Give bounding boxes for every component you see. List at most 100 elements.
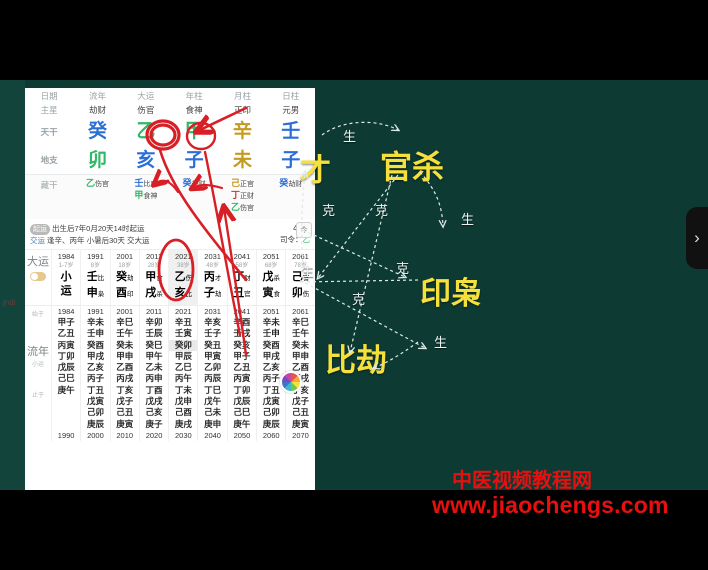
liunian-ganzhi[interactable]: 丙寅 [52,340,80,351]
liunian-ganzhi[interactable]: 甲戌 [257,351,285,362]
liunian-ganzhi[interactable]: 庚申 [198,419,226,430]
liunian-ganzhi[interactable]: 壬申 [257,328,285,339]
dayun-toggle[interactable] [30,272,46,281]
liunian-ganzhi[interactable]: 己丑 [111,407,139,418]
liunian-column-2011[interactable]: 2011 辛卯 壬辰 癸巳 甲午 乙未 丙申 丁酉 戊戌 己亥 庚子 2020 [138,306,168,441]
liunian-column-2031[interactable]: 2031 辛亥 壬子 癸丑 甲寅 乙卯 丙辰 丁巳 戊午 己未 庚申 2040 [197,306,226,441]
liunian-ganzhi[interactable]: 己丑 [286,407,314,418]
liunian-ganzhi[interactable]: 庚午 [52,385,80,396]
liunian-ganzhi[interactable]: 甲子 [228,351,256,362]
dayun-cell-2011[interactable]: 2011 28岁 甲食 戌杀 [138,250,168,305]
dayun-cell-2001[interactable]: 2001 18岁 癸劫 酉印 [109,250,139,305]
liunian-ganzhi[interactable] [52,396,80,407]
liunian-column-2001[interactable]: 2001 辛巳 壬午 癸未 甲申 乙酉 丙戌 丁亥 戊子 己丑 庚寅 2010 [109,306,139,441]
liunian-ganzhi[interactable]: 辛未 [257,317,285,328]
liunian-table[interactable]: 始于 流年 小运 止于 1984 甲子 乙丑 丙寅 丁卯 戊辰 己巳 庚午 1990 1991 辛… [25,305,315,441]
dayun-cell-2041[interactable]: 2041 58岁 丁财 丑官 [226,250,256,305]
liunian-ganzhi[interactable]: 戊申 [169,396,197,407]
liunian-ganzhi[interactable]: 丙午 [169,373,197,384]
liunian-ganzhi[interactable]: 丙戌 [111,373,139,384]
liunian-ganzhi[interactable]: 癸未 [286,340,314,351]
liunian-ganzhi[interactable]: 甲辰 [169,351,197,362]
liunian-ganzhi[interactable]: 癸亥 [228,340,256,351]
liunian-ganzhi[interactable]: 辛丑 [169,317,197,328]
liunian-ganzhi[interactable]: 庚辰 [81,419,109,430]
dayun-cell-2021[interactable]: 2021 38岁 乙伤 亥比 [168,250,198,305]
liunian-ganzhi[interactable]: 癸未 [111,340,139,351]
liunian-ganzhi[interactable]: 戊午 [198,396,226,407]
liunian-ganzhi[interactable]: 丙申 [140,373,168,384]
liunian-ganzhi[interactable]: 辛巳 [111,317,139,328]
color-wheel-icon[interactable] [280,371,302,393]
liunian-ganzhi[interactable]: 壬戌 [228,328,256,339]
liunian-ganzhi[interactable]: 癸卯 [169,339,198,351]
liunian-ganzhi[interactable]: 戊戌 [140,396,168,407]
liunian-ganzhi[interactable]: 壬午 [111,328,139,339]
dayun-cell-2031[interactable]: 2031 48岁 丙才 子劫 [197,250,226,305]
liunian-ganzhi[interactable] [52,419,80,430]
side-peek-button[interactable]: › [686,207,708,269]
liunian-ganzhi[interactable]: 己巳 [228,407,256,418]
liunian-column-2051[interactable]: 2051 辛未 壬申 癸酉 甲戌 乙亥 丙子 丁丑 戊寅 己卯 庚辰 2060 [256,306,285,441]
liunian-ganzhi[interactable]: 甲申 [286,351,314,362]
liunian-ganzhi[interactable]: 己亥 [140,407,168,418]
liunian-ganzhi[interactable]: 己酉 [169,407,197,418]
video-viewport[interactable]: 日期 流年 大运 年柱 月柱 日柱 时柱 主星 劫财 伤官 食神 正印 元男 偏… [0,0,708,490]
liunian-ganzhi[interactable]: 乙亥 [257,362,285,373]
liunian-ganzhi[interactable]: 甲子 [52,317,80,328]
liunian-ganzhi[interactable]: 己巳 [52,373,80,384]
liunian-ganzhi[interactable]: 癸巳 [140,340,168,351]
liunian-ganzhi[interactable]: 庚子 [140,419,168,430]
liunian-ganzhi[interactable]: 丁未 [169,385,197,396]
liunian-ganzhi[interactable]: 辛卯 [140,317,168,328]
liunian-ganzhi[interactable]: 辛巳 [286,317,314,328]
liunian-ganzhi[interactable]: 戊寅 [81,396,109,407]
calendar-today-icon[interactable]: 今 [296,222,312,238]
liunian-ganzhi[interactable]: 丁卯 [52,351,80,362]
dayun-cell-1984[interactable]: 1984 1-7岁小运 [51,250,80,305]
liunian-ganzhi[interactable]: 戊子 [286,396,314,407]
liunian-ganzhi[interactable]: 丙辰 [198,373,226,384]
liunian-ganzhi[interactable]: 壬午 [286,328,314,339]
liunian-ganzhi[interactable]: 戊辰 [228,396,256,407]
liunian-ganzhi[interactable]: 庚戌 [169,419,197,430]
liunian-ganzhi[interactable]: 丙寅 [228,373,256,384]
liunian-ganzhi[interactable]: 壬子 [198,328,226,339]
liunian-ganzhi[interactable]: 戊寅 [257,396,285,407]
liunian-ganzhi[interactable]: 戊辰 [52,362,80,373]
liunian-ganzhi[interactable]: 乙丑 [52,328,80,339]
liunian-column-1991[interactable]: 1991 辛未 壬申 癸酉 甲戌 乙亥 丙子 丁丑 戊寅 己卯 庚辰 2000 [80,306,109,441]
bazi-chart-panel[interactable]: 日期 流年 大运 年柱 月柱 日柱 时柱 主星 劫财 伤官 食神 正印 元男 偏… [25,88,315,490]
dayun-cell-1991[interactable]: 1991 8岁 壬比 申枭 [80,250,109,305]
liunian-ganzhi[interactable]: 甲申 [111,351,139,362]
liunian-ganzhi[interactable]: 庚寅 [286,419,314,430]
liunian-ganzhi[interactable] [52,407,80,418]
liunian-column-2041[interactable]: 2041 辛酉 壬戌 癸亥 甲子 乙丑 丙寅 丁卯 戊辰 己巳 庚午 2050 [226,306,256,441]
liunian-ganzhi[interactable]: 辛酉 [228,317,256,328]
liunian-ganzhi[interactable]: 辛亥 [198,317,226,328]
liunian-ganzhi[interactable]: 乙亥 [81,362,109,373]
liunian-ganzhi[interactable]: 丁卯 [228,385,256,396]
liunian-ganzhi[interactable]: 乙巳 [169,362,197,373]
liunian-column-1984[interactable]: 1984 甲子 乙丑 丙寅 丁卯 戊辰 己巳 庚午 1990 [51,306,80,441]
liunian-ganzhi[interactable]: 壬寅 [169,328,197,339]
liunian-ganzhi[interactable]: 丁丑 [81,385,109,396]
liunian-ganzhi[interactable]: 丁巳 [198,385,226,396]
liunian-ganzhi[interactable]: 辛未 [81,317,109,328]
liunian-ganzhi[interactable]: 戊子 [111,396,139,407]
liunian-ganzhi[interactable]: 丙子 [81,373,109,384]
liunian-ganzhi[interactable]: 乙丑 [228,362,256,373]
liunian-ganzhi[interactable]: 癸酉 [257,340,285,351]
liunian-ganzhi[interactable]: 乙未 [140,362,168,373]
liunian-ganzhi[interactable]: 甲戌 [81,351,109,362]
liunian-ganzhi[interactable]: 己卯 [81,407,109,418]
liunian-ganzhi[interactable]: 庚辰 [257,419,285,430]
liunian-ganzhi[interactable]: 己未 [198,407,226,418]
liunian-column-2021[interactable]: 2021 辛丑 壬寅 癸卯 甲辰 乙巳 丙午 丁未 戊申 己酉 庚戌 2030 [168,306,198,441]
liunian-ganzhi[interactable]: 壬申 [81,328,109,339]
dayun-cell-2051[interactable]: 2051 68岁 戊杀 寅食 [256,250,285,305]
liunian-ganzhi[interactable]: 庚寅 [111,419,139,430]
liunian-ganzhi[interactable]: 癸丑 [198,340,226,351]
liunian-ganzhi[interactable]: 乙卯 [198,362,226,373]
liunian-ganzhi[interactable]: 丁亥 [111,385,139,396]
